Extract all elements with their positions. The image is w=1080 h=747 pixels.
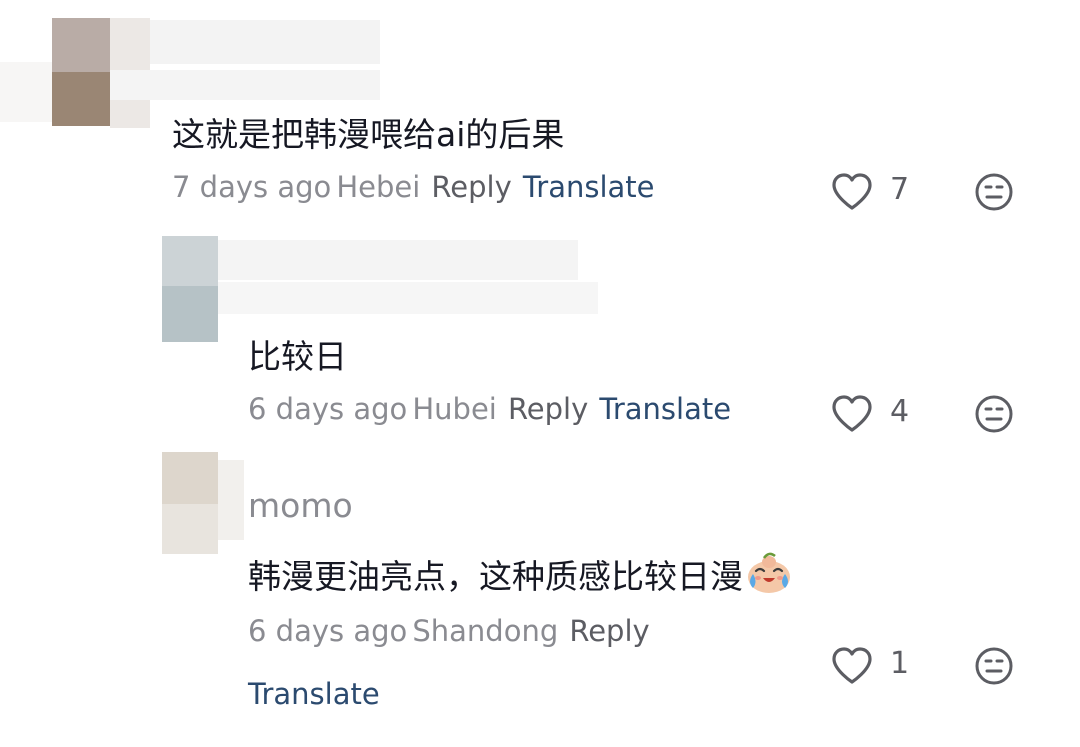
comment-username[interactable]: momo xyxy=(248,486,353,525)
avatar[interactable] xyxy=(162,286,218,342)
comment-meta: 7 days ago Hebei Reply Translate xyxy=(172,170,655,204)
comment-time: 6 days ago xyxy=(248,392,408,426)
heart-icon[interactable] xyxy=(830,646,874,686)
reply-button[interactable]: Reply xyxy=(569,614,649,648)
comment-location: Shandong xyxy=(412,614,559,648)
reply-button[interactable]: Reply xyxy=(431,170,511,204)
heart-icon[interactable] xyxy=(830,394,874,434)
username-blur xyxy=(218,282,598,314)
translate-button[interactable]: Translate xyxy=(523,170,655,204)
avatar-blur xyxy=(218,460,244,540)
username-blur xyxy=(218,240,578,280)
comment-time: 7 days ago xyxy=(172,170,332,204)
comment-time: 6 days ago xyxy=(248,614,408,648)
avatar[interactable] xyxy=(162,504,218,554)
comment-text: 这就是把韩漫喂给ai的后果 xyxy=(172,115,565,154)
comment-text: 韩漫更油亮点，这种质感比较日漫 xyxy=(248,550,793,598)
emoji-face-icon[interactable] xyxy=(974,646,1014,686)
heart-icon[interactable] xyxy=(830,172,874,212)
username-blur xyxy=(110,70,380,100)
avatar[interactable] xyxy=(52,18,110,74)
username-blur xyxy=(150,20,380,64)
comment-text: 比较日 xyxy=(248,337,347,376)
emoji-face-icon[interactable] xyxy=(974,394,1014,434)
comment-location: Hebei xyxy=(336,170,421,204)
avatar-blur xyxy=(0,62,52,122)
emoji-face-icon[interactable] xyxy=(974,172,1014,212)
like-count: 7 xyxy=(890,172,910,207)
crying-face-emoji xyxy=(748,552,790,593)
comment-text-content: 韩漫更油亮点，这种质感比较日漫 xyxy=(248,557,743,596)
like-count: 1 xyxy=(890,646,910,681)
avatar[interactable] xyxy=(162,236,218,286)
comment-meta: 6 days ago Shandong Reply xyxy=(248,614,650,648)
translate-button[interactable]: Translate xyxy=(599,392,731,426)
comment-meta: 6 days ago Hubei Reply Translate xyxy=(248,392,731,426)
comment-location: Hubei xyxy=(412,392,497,426)
avatar[interactable] xyxy=(52,72,110,126)
avatar[interactable] xyxy=(162,452,218,504)
reply-button[interactable]: Reply xyxy=(508,392,588,426)
translate-button[interactable]: Translate xyxy=(248,677,380,711)
like-count: 4 xyxy=(890,394,910,429)
